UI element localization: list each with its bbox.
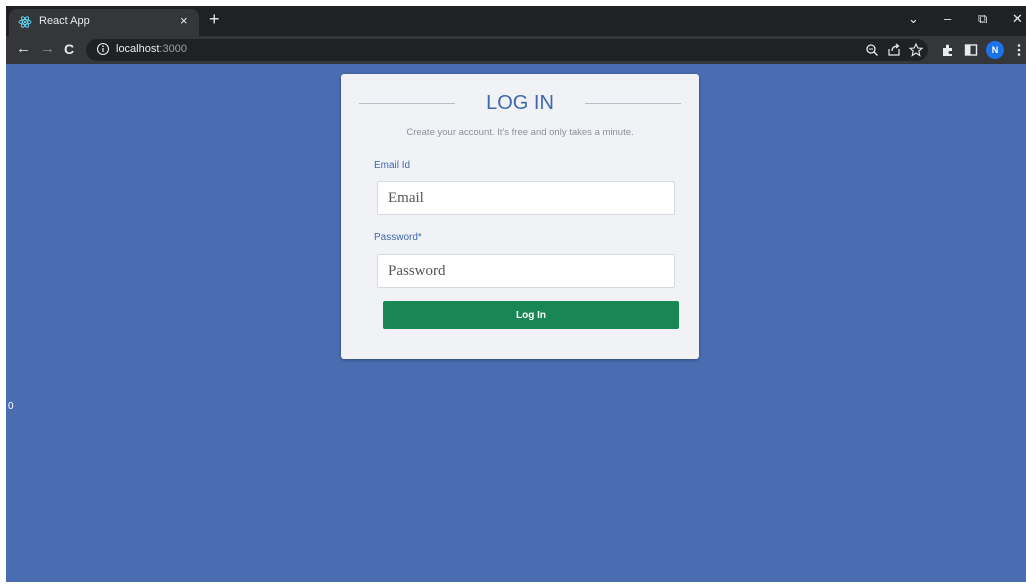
new-tab-button[interactable]: + [209, 9, 220, 29]
zoom-icon[interactable] [864, 42, 880, 58]
password-input[interactable] [377, 254, 675, 288]
email-label: Email Id [374, 160, 411, 171]
url-host: localhost [116, 43, 160, 55]
tab-react-app[interactable]: React App × [9, 9, 199, 36]
profile-avatar[interactable]: N [986, 41, 1004, 59]
browser-toolbar: ← → C localhost:3000 N [6, 36, 1026, 64]
address-bar[interactable]: localhost:3000 [86, 39, 928, 61]
login-subtitle: Create your account. It's free and only … [406, 127, 634, 138]
tab-close-icon[interactable]: × [180, 13, 188, 29]
menu-icon[interactable] [1011, 42, 1026, 58]
side-panel-icon[interactable] [963, 42, 979, 58]
url-port: :3000 [159, 43, 187, 55]
share-icon[interactable] [886, 42, 902, 58]
close-window-button[interactable]: ✕ [1012, 11, 1023, 27]
url-text: localhost:3000 [116, 43, 187, 55]
stray-text: 0 [8, 401, 14, 412]
password-label: Password* [374, 232, 422, 243]
tab-search-chevron-icon[interactable]: ⌄ [908, 11, 919, 27]
page-viewport: 0 LOG IN Create your account. It's free … [6, 64, 1026, 582]
restore-button[interactable]: ⧉ [978, 11, 987, 27]
browser-window: React App × + ⌄ – ⧉ ✕ ← → C localhost:30… [6, 6, 1026, 582]
site-info-icon[interactable] [96, 42, 110, 56]
tab-strip: React App × + ⌄ – ⧉ ✕ [6, 6, 1026, 36]
login-card: LOG IN Create your account. It's free an… [341, 74, 699, 359]
bookmark-star-icon[interactable] [908, 42, 924, 58]
back-button[interactable]: ← [16, 40, 31, 58]
extensions-icon[interactable] [940, 42, 956, 58]
react-logo-icon [18, 16, 32, 28]
tab-title: React App [39, 15, 90, 27]
forward-button[interactable]: → [40, 40, 55, 58]
minimize-button[interactable]: – [944, 11, 951, 27]
email-input[interactable] [377, 181, 675, 215]
reload-button[interactable]: C [64, 40, 74, 58]
heading-divider-right [585, 103, 681, 104]
login-button[interactable]: Log In [383, 301, 679, 329]
